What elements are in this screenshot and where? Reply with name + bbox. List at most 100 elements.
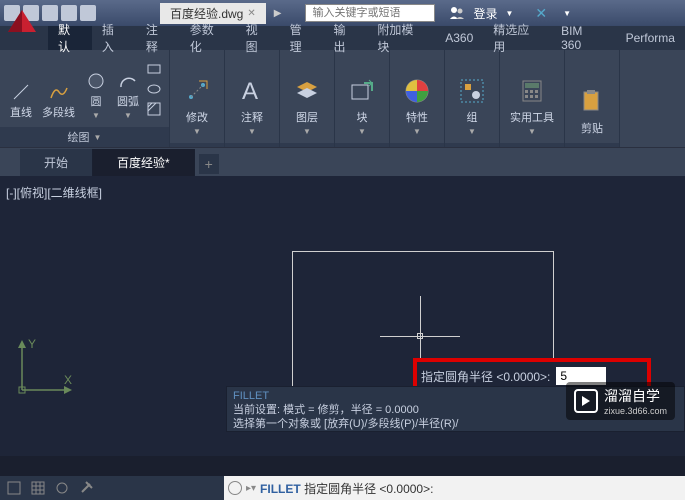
command-prompt-text: 指定圆角半径 <0.0000>: xyxy=(304,482,433,496)
chevron-down-icon: ▼ xyxy=(528,127,536,136)
ribbon-group-layers: 图层 ▼ xyxy=(280,50,335,147)
command-icon[interactable] xyxy=(228,481,242,495)
group-label: 组 xyxy=(467,109,478,125)
tab-annotate[interactable]: 注释 xyxy=(136,26,180,50)
document-name: 百度经验.dwg xyxy=(170,5,243,22)
tab-chevron-icon[interactable]: ▶ xyxy=(274,8,282,19)
utilities-button[interactable]: 实用工具 ▼ xyxy=(506,54,558,139)
rectangle-icon[interactable] xyxy=(145,60,163,78)
model-icon[interactable] xyxy=(6,480,22,496)
active-command: FILLET xyxy=(260,482,301,496)
document-tabs: 开始 百度经验* + xyxy=(0,148,685,176)
ribbon-tabs: 默认 插入 注释 参数化 视图 管理 输出 附加模块 A360 精选应用 BIM… xyxy=(0,26,685,50)
tab-parametric[interactable]: 参数化 xyxy=(180,26,236,50)
annotate-label: 注释 xyxy=(241,109,263,125)
viewport-label[interactable]: [-][俯视][二维线框] xyxy=(6,184,102,201)
tab-default[interactable]: 默认 xyxy=(48,26,92,50)
tab-view[interactable]: 视图 xyxy=(236,26,280,50)
arc-button[interactable]: 圆弧 ▼ xyxy=(113,54,143,123)
modify-label: 修改 xyxy=(186,109,208,125)
block-button[interactable]: 块 ▼ xyxy=(341,54,383,139)
tab-start[interactable]: 开始 xyxy=(20,149,93,176)
utilities-label: 实用工具 xyxy=(510,109,554,125)
chevron-down-icon: ▼ xyxy=(92,111,100,120)
play-icon xyxy=(574,389,598,413)
line-label: 直线 xyxy=(10,104,32,120)
tab-manage[interactable]: 管理 xyxy=(280,26,324,50)
line-button[interactable]: 直线 xyxy=(6,54,36,123)
ribbon: 直线 多段线 圆 ▼ 圆弧 ▼ 绘图▼ xyxy=(0,50,685,148)
chevron-down-icon: ▼ xyxy=(124,111,132,120)
tab-featured[interactable]: 精选应用 xyxy=(483,26,551,50)
watermark-text: 溜溜自学 xyxy=(604,386,667,406)
app-logo-icon[interactable] xyxy=(4,4,40,40)
properties-label: 特性 xyxy=(406,109,428,125)
chevron-down-icon: ▼ xyxy=(193,127,201,136)
qat-undo-icon[interactable] xyxy=(61,5,77,21)
tab-addins[interactable]: 附加模块 xyxy=(367,26,435,50)
ucs-y-label: Y xyxy=(28,337,36,351)
ribbon-group-utilities: 实用工具 ▼ xyxy=(500,50,565,147)
ribbon-group-draw: 直线 多段线 圆 ▼ 圆弧 ▼ 绘图▼ xyxy=(0,50,170,147)
svg-text:A: A xyxy=(242,78,258,105)
qat-save-icon[interactable] xyxy=(42,5,58,21)
tab-output[interactable]: 输出 xyxy=(323,26,367,50)
cmd-name: FILLET xyxy=(233,390,269,402)
tab-bim360[interactable]: BIM 360 xyxy=(551,26,616,50)
modify-button[interactable]: 修改 ▼ xyxy=(176,54,218,139)
ribbon-group-block: 块 ▼ xyxy=(335,50,390,147)
settings-icon[interactable] xyxy=(78,480,94,496)
prompt-label: 指定圆角半径 <0.0000>: xyxy=(421,368,550,385)
chevron-down-icon: ▼ xyxy=(468,127,476,136)
arc-label: 圆弧 xyxy=(117,93,139,109)
grid-icon[interactable] xyxy=(30,480,46,496)
snap-icon[interactable] xyxy=(54,480,70,496)
chevron-down-icon: ▼ xyxy=(413,127,421,136)
login-dropdown-icon[interactable]: ▼ xyxy=(505,9,513,18)
new-tab-button[interactable]: + xyxy=(199,154,219,174)
block-label: 块 xyxy=(357,109,368,125)
ellipse-icon[interactable] xyxy=(145,80,163,98)
chevron-down-icon: ▼ xyxy=(303,127,311,136)
circle-label: 圆 xyxy=(91,93,102,109)
polyline-label: 多段线 xyxy=(42,104,75,120)
search-input[interactable] xyxy=(305,4,435,22)
watermark: 溜溜自学 zixue.3d66.com xyxy=(566,382,675,420)
polyline-button[interactable]: 多段线 xyxy=(38,54,79,123)
qat-redo-icon[interactable] xyxy=(80,5,96,21)
chevron-right-icon: ▸▾ xyxy=(246,483,256,494)
group-button[interactable]: 组 ▼ xyxy=(451,54,493,139)
crosshair-pickbox xyxy=(417,333,423,339)
watermark-url: zixue.3d66.com xyxy=(604,406,667,416)
ribbon-group-clipboard: 剪贴 xyxy=(565,50,620,147)
layers-button[interactable]: 图层 ▼ xyxy=(286,54,328,139)
chevron-down-icon: ▼ xyxy=(358,127,366,136)
properties-button[interactable]: 特性 ▼ xyxy=(396,54,438,139)
annotate-button[interactable]: A 注释 ▼ xyxy=(231,54,273,139)
person-icon xyxy=(449,5,465,21)
drawing-canvas[interactable]: [-][俯视][二维线框] 指定圆角半径 <0.0000>: Y X FILLE… xyxy=(0,176,685,456)
statusbar-left xyxy=(0,476,224,500)
ucs-x-label: X xyxy=(64,373,72,387)
clipboard-button[interactable]: 剪贴 xyxy=(571,54,613,139)
ucs-icon[interactable]: Y X xyxy=(10,334,80,404)
chevron-down-icon: ▼ xyxy=(248,127,256,136)
circle-button[interactable]: 圆 ▼ xyxy=(81,54,111,123)
tab-doc1[interactable]: 百度经验* xyxy=(93,149,195,176)
login-link[interactable]: 登录 xyxy=(473,5,497,22)
tab-insert[interactable]: 插入 xyxy=(92,26,136,50)
command-line[interactable]: ▸▾ FILLET 指定圆角半径 <0.0000>: xyxy=(224,476,685,500)
tab-performance[interactable]: Performa xyxy=(616,26,685,50)
ribbon-group-modify: 修改 ▼ xyxy=(170,50,225,147)
clipboard-label: 剪贴 xyxy=(581,120,603,136)
ribbon-group-group: 组 ▼ xyxy=(445,50,500,147)
tab-a360[interactable]: A360 xyxy=(435,26,483,50)
draw-group-label[interactable]: 绘图▼ xyxy=(0,127,169,147)
layers-label: 图层 xyxy=(296,109,318,125)
ribbon-group-properties: 特性 ▼ xyxy=(390,50,445,147)
help-dropdown-icon[interactable]: ▼ xyxy=(563,9,571,18)
ribbon-group-annotate: A 注释 ▼ xyxy=(225,50,280,147)
close-doc-icon[interactable]: ✕ xyxy=(247,8,255,19)
exchange-icon[interactable]: ✕ xyxy=(535,5,547,22)
hatch-icon[interactable] xyxy=(145,100,163,118)
